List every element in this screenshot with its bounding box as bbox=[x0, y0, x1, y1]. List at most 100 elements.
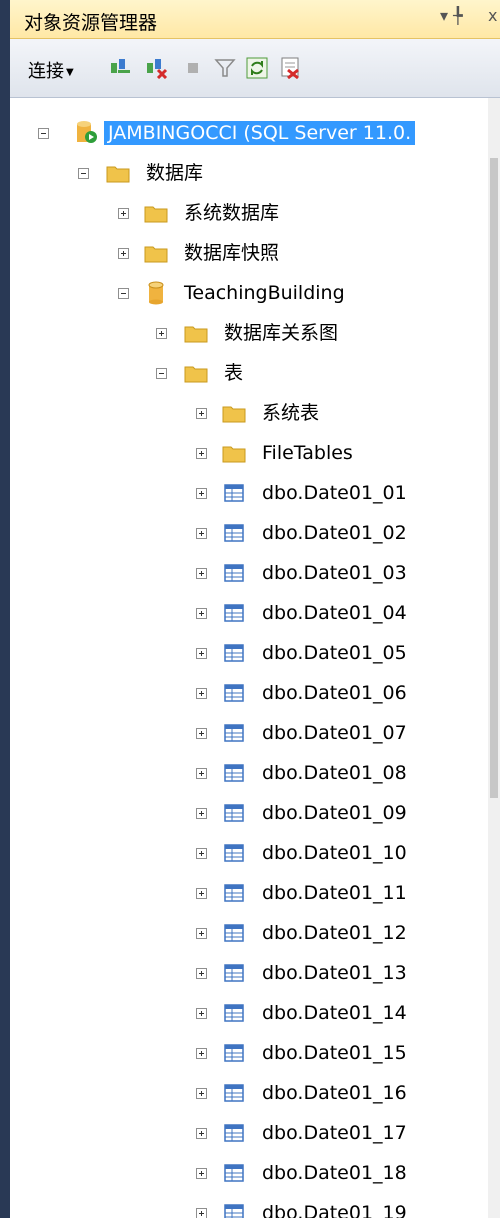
table-row[interactable]: dbo.Date01_06 bbox=[10, 676, 488, 712]
table-row[interactable]: dbo.Date01_10 bbox=[10, 836, 488, 872]
table-row[interactable]: dbo.Date01_16 bbox=[10, 1076, 488, 1112]
folder-icon bbox=[184, 326, 208, 343]
table-row[interactable]: dbo.Date01_07 bbox=[10, 716, 488, 752]
system-tables-label: 系统表 bbox=[262, 402, 320, 424]
expand-toggle[interactable] bbox=[196, 1208, 207, 1218]
expand-toggle[interactable] bbox=[196, 448, 207, 459]
stop-icon[interactable] bbox=[182, 57, 204, 79]
expand-toggle[interactable] bbox=[196, 1128, 207, 1139]
table-icon bbox=[224, 1004, 244, 1022]
folder-icon bbox=[144, 246, 168, 263]
table-icon bbox=[224, 1204, 244, 1218]
table-icon bbox=[224, 804, 244, 822]
table-icon bbox=[224, 884, 244, 902]
table-icon bbox=[224, 644, 244, 662]
table-row[interactable]: dbo.Date01_03 bbox=[10, 556, 488, 592]
expand-toggle[interactable] bbox=[196, 968, 207, 979]
expand-toggle[interactable] bbox=[118, 248, 129, 259]
folder-icon bbox=[222, 446, 246, 463]
table-row[interactable]: dbo.Date01_08 bbox=[10, 756, 488, 792]
table-row[interactable]: dbo.Date01_12 bbox=[10, 916, 488, 952]
table-row[interactable]: dbo.Date01_09 bbox=[10, 796, 488, 832]
collapse-toggle[interactable] bbox=[78, 168, 89, 179]
expand-toggle[interactable] bbox=[196, 768, 207, 779]
expand-toggle[interactable] bbox=[196, 488, 207, 499]
table-icon bbox=[224, 964, 244, 982]
disconnect-icon[interactable] bbox=[146, 57, 168, 79]
system-databases-label: 系统数据库 bbox=[184, 202, 280, 224]
table-icon bbox=[224, 764, 244, 782]
table-label: dbo.Date01_01 bbox=[262, 482, 407, 504]
tree-node-filetables[interactable]: FileTables bbox=[10, 436, 488, 472]
expand-toggle[interactable] bbox=[196, 808, 207, 819]
filter-icon[interactable] bbox=[214, 57, 236, 79]
expand-toggle[interactable] bbox=[196, 688, 207, 699]
table-row[interactable]: dbo.Date01_13 bbox=[10, 956, 488, 992]
expand-toggle[interactable] bbox=[196, 408, 207, 419]
collapse-toggle[interactable] bbox=[156, 368, 167, 379]
object-tree: JAMBINGOCCI (SQL Server 11.0. 数据库 系统数据库 … bbox=[10, 98, 488, 1218]
collapse-toggle[interactable] bbox=[118, 288, 129, 299]
expand-toggle[interactable] bbox=[196, 848, 207, 859]
expand-toggle[interactable] bbox=[196, 608, 207, 619]
tree-node-system-tables[interactable]: 系统表 bbox=[10, 396, 488, 432]
expand-toggle[interactable] bbox=[196, 1048, 207, 1059]
table-label: dbo.Date01_02 bbox=[262, 522, 407, 544]
table-icon bbox=[224, 844, 244, 862]
table-row[interactable]: dbo.Date01_18 bbox=[10, 1156, 488, 1192]
table-row[interactable]: dbo.Date01_15 bbox=[10, 1036, 488, 1072]
expand-toggle[interactable] bbox=[196, 568, 207, 579]
folder-icon bbox=[222, 406, 246, 423]
close-button[interactable]: x bbox=[488, 6, 497, 25]
tree-node-system-databases[interactable]: 系统数据库 bbox=[10, 196, 488, 232]
databases-label: 数据库 bbox=[146, 162, 204, 184]
dropdown-arrow-icon: ▼ bbox=[66, 66, 74, 78]
tree-node-teachingbuilding[interactable]: TeachingBuilding bbox=[10, 276, 488, 312]
refresh-icon[interactable] bbox=[246, 57, 268, 79]
filetables-label: FileTables bbox=[262, 442, 353, 464]
connect-object-explorer-icon[interactable] bbox=[110, 57, 132, 79]
table-row[interactable]: dbo.Date01_17 bbox=[10, 1116, 488, 1152]
table-icon bbox=[224, 1084, 244, 1102]
expand-toggle[interactable] bbox=[196, 928, 207, 939]
table-label: dbo.Date01_14 bbox=[262, 1002, 407, 1024]
table-row[interactable]: dbo.Date01_19 bbox=[10, 1196, 488, 1218]
table-label: dbo.Date01_16 bbox=[262, 1082, 407, 1104]
expand-toggle[interactable] bbox=[196, 728, 207, 739]
table-row[interactable]: dbo.Date01_11 bbox=[10, 876, 488, 912]
pin-button[interactable]: ▾ ╄ bbox=[440, 6, 463, 25]
collapse-toggle[interactable] bbox=[38, 128, 49, 139]
table-label: dbo.Date01_05 bbox=[262, 642, 407, 664]
table-row[interactable]: dbo.Date01_04 bbox=[10, 596, 488, 632]
expand-toggle[interactable] bbox=[196, 888, 207, 899]
table-label: dbo.Date01_07 bbox=[262, 722, 407, 744]
table-label: dbo.Date01_04 bbox=[262, 602, 407, 624]
table-row[interactable]: dbo.Date01_05 bbox=[10, 636, 488, 672]
explorer-toolbar: 连接 ▼ bbox=[10, 39, 500, 98]
scrollbar-thumb[interactable] bbox=[490, 158, 498, 798]
table-row[interactable]: dbo.Date01_14 bbox=[10, 996, 488, 1032]
tree-node-database-diagrams[interactable]: 数据库关系图 bbox=[10, 316, 488, 352]
vertical-scrollbar[interactable] bbox=[488, 98, 500, 1218]
expand-toggle[interactable] bbox=[118, 208, 129, 219]
tree-node-database-snapshots[interactable]: 数据库快照 bbox=[10, 236, 488, 272]
database-icon bbox=[148, 281, 164, 305]
table-row[interactable]: dbo.Date01_02 bbox=[10, 516, 488, 552]
table-icon bbox=[224, 684, 244, 702]
tree-node-tables[interactable]: 表 bbox=[10, 356, 488, 392]
folder-icon bbox=[106, 166, 130, 183]
table-label: dbo.Date01_13 bbox=[262, 962, 407, 984]
expand-toggle[interactable] bbox=[196, 1088, 207, 1099]
table-label: dbo.Date01_09 bbox=[262, 802, 407, 824]
tree-node-databases[interactable]: 数据库 bbox=[10, 156, 488, 192]
activity-monitor-icon[interactable] bbox=[280, 57, 302, 79]
expand-toggle[interactable] bbox=[196, 648, 207, 659]
table-row[interactable]: dbo.Date01_01 bbox=[10, 476, 488, 512]
tree-node-server[interactable]: JAMBINGOCCI (SQL Server 11.0. bbox=[10, 116, 488, 152]
expand-toggle[interactable] bbox=[156, 328, 167, 339]
expand-toggle[interactable] bbox=[196, 528, 207, 539]
expand-toggle[interactable] bbox=[196, 1008, 207, 1019]
diagrams-label: 数据库关系图 bbox=[224, 322, 339, 344]
connect-button[interactable]: 连接 ▼ bbox=[28, 57, 74, 82]
expand-toggle[interactable] bbox=[196, 1168, 207, 1179]
